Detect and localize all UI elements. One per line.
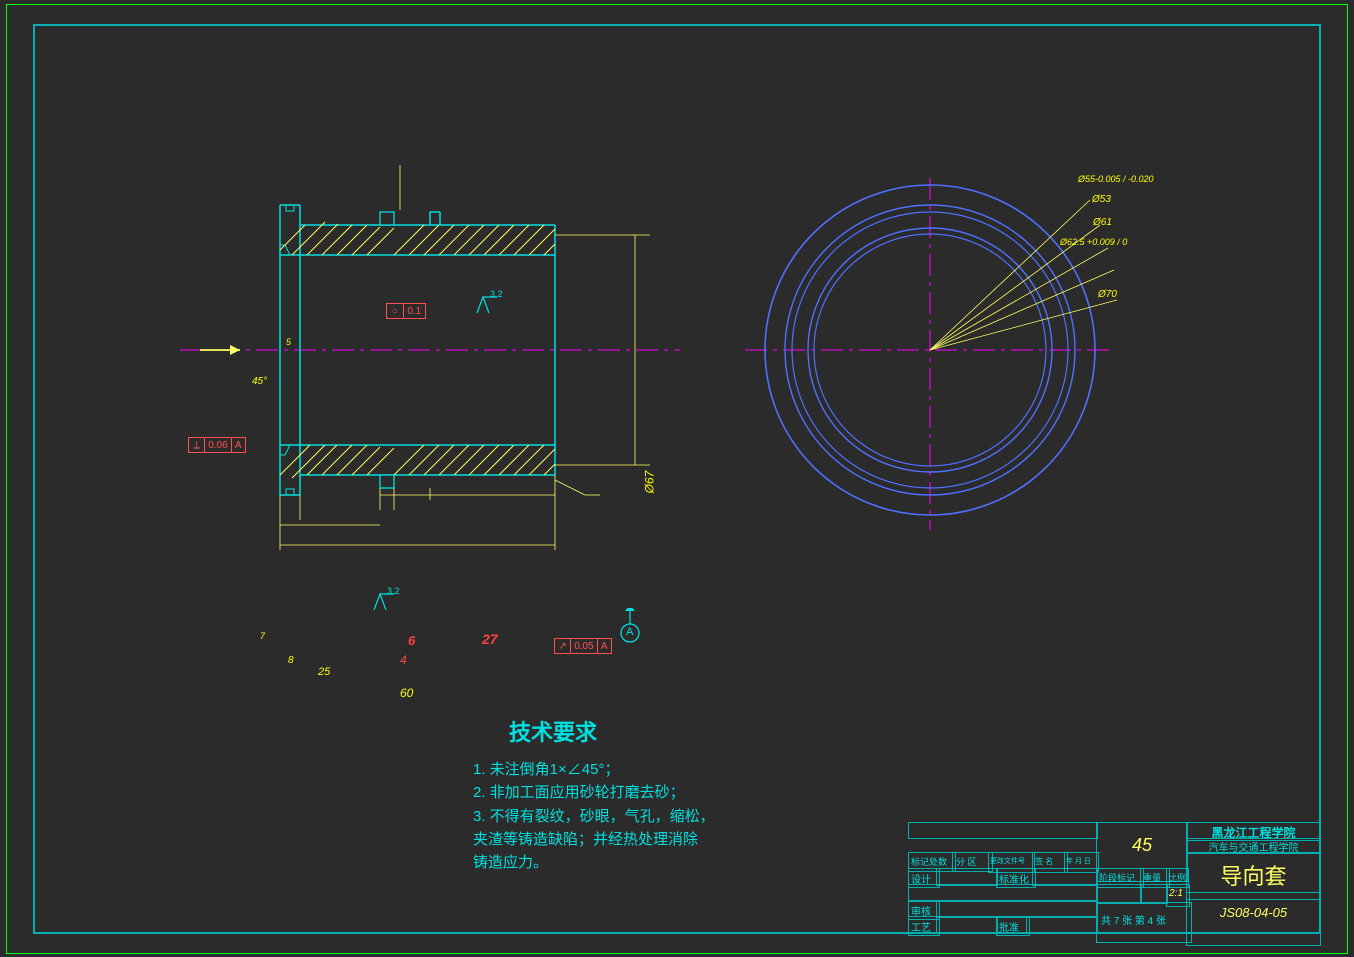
fcf-cyl-tol: 0.1 xyxy=(404,304,425,318)
drawing-canvas: 45° 5 8 7 4 6 25 27 60 Ø67 3.2 3.2 A ⟂ 0… xyxy=(0,0,1354,957)
dim-67: Ø67 xyxy=(643,471,655,494)
tb-sheets: 共 7 张 第 4 张 xyxy=(1096,902,1192,943)
dim-5: 5 xyxy=(286,338,291,347)
fcf-perp-tol: 0.06 xyxy=(205,438,231,452)
dim-60: 60 xyxy=(400,687,413,699)
fcf-perp-sym: ⟂ xyxy=(189,438,205,452)
section-view xyxy=(180,150,700,570)
end-view xyxy=(730,170,1150,570)
tb-approve: 批准 xyxy=(996,916,1030,936)
fcf-ro-sym: ↗ xyxy=(555,639,571,653)
fcf-cylindricity: ○ 0.1 xyxy=(386,303,426,319)
dia-b: Ø53 xyxy=(1092,195,1111,205)
dim-4: 4 xyxy=(400,654,407,666)
dia-c: Ø61 xyxy=(1093,218,1112,228)
dim-chamfer: 45° xyxy=(252,377,267,387)
dim-25: 25 xyxy=(318,667,330,678)
dim-7: 7 xyxy=(260,632,265,641)
dia-e: Ø70 xyxy=(1098,290,1117,300)
fcf-ro-tol: 0.05 xyxy=(571,639,597,653)
fcf-perpendicularity: ⟂ 0.06 A xyxy=(188,437,246,453)
notes-body: 1. 未注倒角1×∠45°； 2. 非加工面应用砂轮打磨去砂； 3. 不得有裂纹… xyxy=(473,758,773,874)
fcf-cyl-sym: ○ xyxy=(387,304,404,318)
sf-top-val: 3.2 xyxy=(490,290,503,299)
dia-d: Ø62.5 +0.009 / 0 xyxy=(1060,238,1127,247)
notes-heading: 技术要求 xyxy=(509,715,597,747)
note-2: 2. 非加工面应用砂轮打磨去砂； xyxy=(473,781,773,804)
dim-27: 27 xyxy=(482,632,498,646)
fcf-ro-datum: A xyxy=(598,639,612,653)
datum-a-label: A xyxy=(626,627,633,638)
dim-6: 6 xyxy=(408,634,415,647)
dim-8: 8 xyxy=(288,656,294,666)
note-3: 3. 不得有裂纹，砂眼，气孔，缩松， xyxy=(473,805,773,828)
dia-a: Ø55-0.005 / -0.020 xyxy=(1078,175,1154,184)
fcf-runout: ↗ 0.05 A xyxy=(554,638,612,654)
sf-bot-val: 3.2 xyxy=(387,587,400,596)
note-3b: 夹渣等铸造缺陷；并经热处理消除 xyxy=(473,828,773,851)
note-3c: 铸造应力。 xyxy=(473,851,773,874)
fcf-perp-datum: A xyxy=(232,438,246,452)
title-block: 45 黑龙江工程学院 汽车与交通工程学院 标记处数 分 区 更改文件号 签 名 … xyxy=(908,822,1321,934)
note-1: 1. 未注倒角1×∠45°； xyxy=(473,758,773,781)
tb-dwgno: JS08-04-05 xyxy=(1186,892,1321,946)
